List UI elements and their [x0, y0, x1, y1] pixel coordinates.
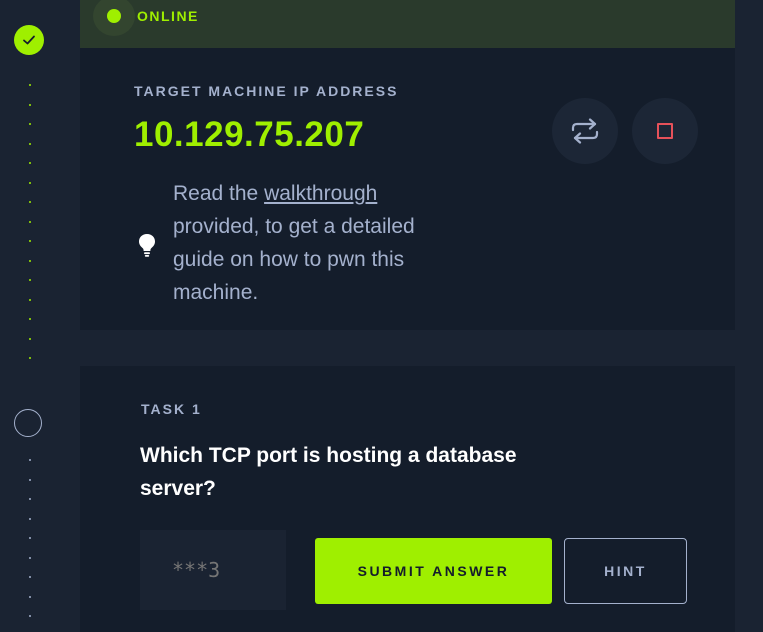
walkthrough-suffix: provided, to get a detailed guide on how…	[173, 215, 415, 304]
card-separator	[80, 330, 735, 366]
machine-page: ONLINE TARGET MACHINE IP ADDRESS 10.129.…	[0, 0, 763, 632]
progress-dot	[29, 498, 31, 500]
progress-dot	[29, 615, 31, 617]
target-ip-label: TARGET MACHINE IP ADDRESS	[134, 83, 399, 99]
progress-dot	[29, 181, 31, 184]
status-label: ONLINE	[137, 8, 199, 24]
answer-input[interactable]	[140, 530, 286, 610]
progress-dot	[29, 259, 31, 262]
progress-dot	[29, 556, 31, 559]
progress-dot	[29, 162, 31, 164]
progress-rail	[0, 0, 58, 632]
task-label: TASK 1	[141, 401, 202, 417]
progress-dot	[29, 357, 31, 359]
walkthrough-link[interactable]: walkthrough	[264, 182, 377, 205]
progress-dot	[29, 279, 31, 281]
progress-dot	[29, 337, 31, 340]
walkthrough-tip: Read the walkthrough provided, to get a …	[173, 177, 463, 309]
hint-button[interactable]: HINT	[564, 538, 687, 604]
progress-dot	[29, 240, 31, 242]
progress-dot	[29, 142, 31, 145]
progress-dot	[29, 478, 31, 481]
lightbulb-icon	[136, 232, 158, 263]
progress-dot	[29, 103, 31, 106]
empty-circle-icon	[14, 409, 42, 437]
progress-dot	[29, 517, 31, 520]
walkthrough-prefix: Read the	[173, 182, 265, 205]
progress-dot	[29, 576, 31, 578]
reset-machine-button[interactable]	[552, 98, 618, 164]
task-question: Which TCP port is hosting a database ser…	[140, 444, 517, 500]
progress-dot	[29, 318, 31, 320]
progress-dot	[29, 595, 31, 598]
target-ip-address[interactable]: 10.129.75.207	[134, 115, 364, 155]
progress-dot	[29, 123, 31, 125]
stop-machine-button[interactable]	[632, 98, 698, 164]
reset-arrows-icon	[571, 118, 599, 144]
progress-dot	[29, 537, 31, 539]
progress-dot	[29, 220, 31, 223]
progress-dot	[29, 201, 31, 203]
progress-dot	[29, 298, 31, 301]
progress-dot	[29, 84, 31, 86]
progress-dot	[29, 459, 31, 461]
check-icon	[14, 25, 44, 55]
submit-answer-button[interactable]: SUBMIT ANSWER	[315, 538, 552, 604]
stop-square-icon	[657, 123, 673, 139]
online-indicator-icon	[107, 9, 121, 23]
